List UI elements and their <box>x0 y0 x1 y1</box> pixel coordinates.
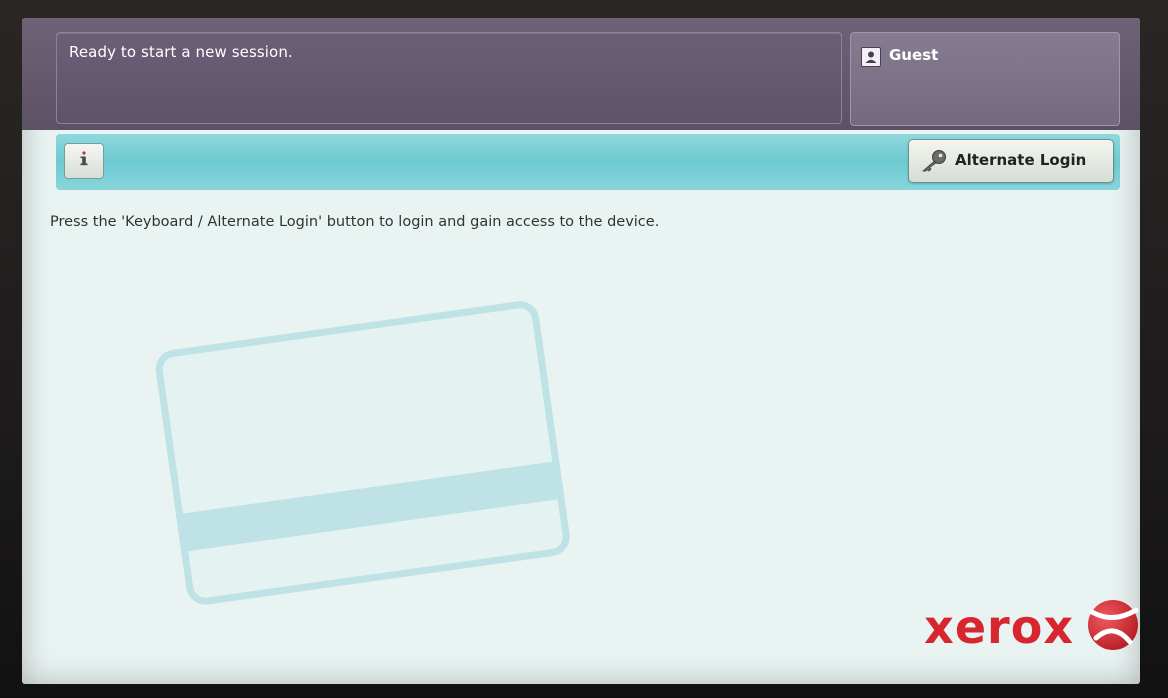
status-message: Ready to start a new session. <box>69 43 293 61</box>
alternate-login-button[interactable]: Alternate Login <box>908 139 1114 183</box>
xerox-logo: xerox <box>924 598 1140 656</box>
xerox-sphere-icon <box>1086 598 1140 656</box>
status-panel: Ready to start a new session. <box>56 32 842 124</box>
key-icon <box>919 149 949 177</box>
header-bar: Ready to start a new session. Guest <box>22 18 1140 130</box>
info-button[interactable] <box>64 143 104 179</box>
user-panel[interactable]: Guest <box>850 32 1120 126</box>
user-icon <box>861 47 881 67</box>
user-name: Guest <box>889 46 939 64</box>
login-instruction: Press the 'Keyboard / Alternate Login' b… <box>50 214 660 230</box>
logo-text: xerox <box>924 600 1074 654</box>
alternate-login-label: Alternate Login <box>955 151 1087 169</box>
touch-screen: Ready to start a new session. Guest Alte… <box>22 18 1140 684</box>
card-swipe-illustration <box>142 288 582 612</box>
info-icon <box>76 149 92 173</box>
toolbar: Alternate Login <box>56 134 1120 190</box>
